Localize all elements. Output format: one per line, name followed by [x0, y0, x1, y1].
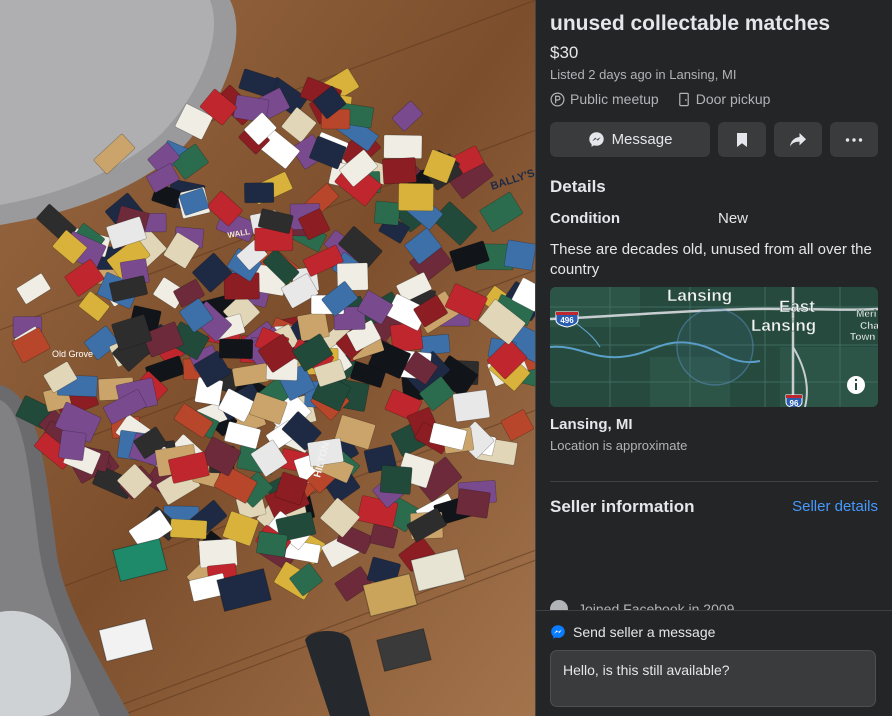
public-meetup-option: Public meetup — [550, 91, 659, 107]
location-map[interactable]: 496 96 Lansing East Lansing Meri Cha Tow… — [550, 287, 878, 407]
seller-details-link[interactable]: Seller details — [792, 498, 878, 515]
map-label-east-lansing: Lansing — [751, 316, 816, 335]
matchbook — [383, 134, 423, 159]
condition-value: New — [718, 210, 749, 227]
matchbooks-photo: BALLY'S HILTON Old Grove WALL — [0, 0, 536, 716]
send-message-label: Send seller a message — [573, 624, 716, 640]
matchbook — [169, 518, 208, 540]
more-icon — [845, 137, 863, 142]
location-note: Location is approximate — [550, 438, 688, 453]
message-input[interactable]: Hello, is this still available? — [550, 650, 876, 707]
map-label-township: Town — [850, 332, 875, 343]
map-info-icon[interactable] — [847, 376, 865, 394]
message-composer: Send seller a message Hello, is this sti… — [536, 610, 892, 716]
details-heading: Details — [550, 177, 606, 196]
listing-price: $30 — [550, 43, 579, 62]
matchbook — [373, 200, 401, 226]
location-name: Lansing, MI — [550, 416, 633, 433]
messenger-icon — [588, 132, 604, 147]
svg-text:Old Grove: Old Grove — [52, 349, 93, 359]
listed-info: Listed 2 days ago in Lansing, MI — [550, 67, 737, 82]
pickup-options: Public meetup Door pickup — [550, 91, 770, 107]
door-pickup-label: Door pickup — [695, 91, 771, 107]
map-label-charter: Cha — [860, 321, 878, 332]
matchbook — [244, 182, 275, 204]
bookmark-icon — [737, 132, 747, 147]
share-button[interactable] — [774, 122, 822, 157]
matchbook — [503, 239, 536, 271]
listing-description: These are decades old, unused from all o… — [550, 241, 872, 278]
matchbook — [452, 389, 491, 423]
map-graphic: 496 96 Lansing East Lansing Meri Cha Tow… — [550, 287, 878, 407]
matchbook — [379, 464, 413, 495]
map-label-lansing: Lansing — [667, 287, 732, 305]
condition-label: Condition — [550, 210, 620, 227]
parking-icon — [550, 92, 565, 106]
matchbook — [398, 182, 434, 212]
section-divider — [550, 481, 878, 482]
matchbook — [58, 430, 87, 461]
listing-details-panel: unused collectable matches $30 Listed 2 … — [536, 0, 892, 716]
seller-info-heading: Seller information — [550, 497, 695, 516]
listing-photo[interactable]: BALLY'S HILTON Old Grove WALL — [0, 0, 536, 716]
door-pickup-option: Door pickup — [677, 91, 771, 107]
message-button[interactable]: Message — [550, 122, 710, 157]
listing-title: unused collectable matches — [550, 12, 831, 35]
door-icon — [678, 92, 689, 106]
svg-text:496: 496 — [560, 316, 574, 325]
matchbook — [296, 311, 330, 342]
matchbook — [256, 531, 288, 558]
public-meetup-label: Public meetup — [570, 91, 659, 107]
messenger-blue-icon — [551, 625, 565, 639]
matchbook — [218, 338, 254, 360]
more-options-button[interactable] — [830, 122, 878, 157]
share-icon — [790, 132, 806, 146]
action-bar: Message — [550, 122, 878, 157]
interstate-96-shield: 96 — [785, 394, 803, 407]
send-message-row: Send seller a message — [550, 624, 715, 640]
matchbook — [455, 488, 491, 519]
map-label-east: East — [779, 297, 815, 316]
message-button-label: Message — [611, 131, 673, 148]
svg-text:96: 96 — [790, 399, 799, 407]
save-button[interactable] — [718, 122, 766, 157]
map-label-meridian: Meri — [856, 309, 877, 320]
matchbook — [382, 157, 417, 185]
matchbook — [419, 333, 451, 356]
interstate-496-shield: 496 — [555, 311, 579, 328]
